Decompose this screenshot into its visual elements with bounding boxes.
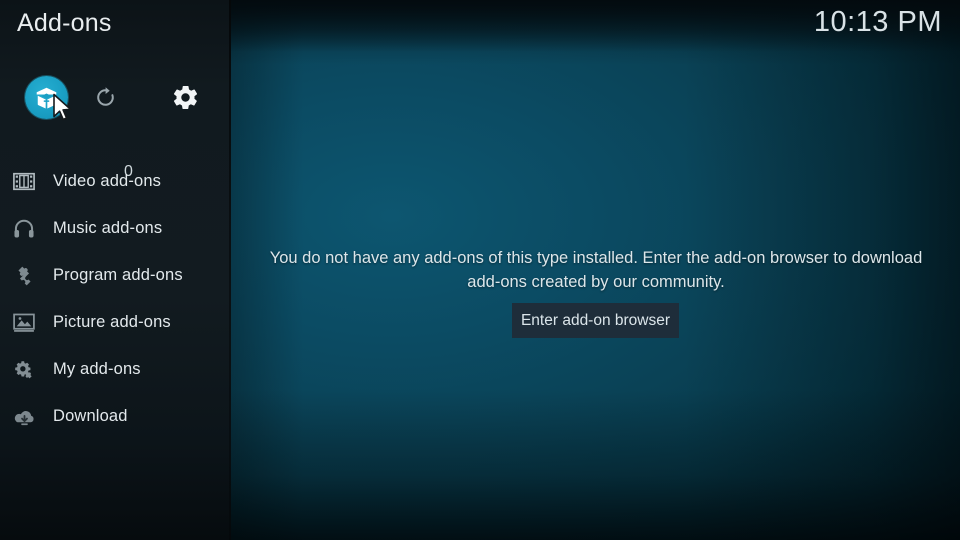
sidebar-toolbar: 0: [0, 76, 231, 180]
download-cloud-icon: [12, 405, 36, 429]
kodi-addons-screen: 0 Video add-ons Music add-ons Program ad…: [0, 0, 960, 540]
sidebar-item-label: Download: [53, 407, 128, 425]
sidebar-menu: Video add-ons Music add-ons Program add-…: [0, 158, 231, 440]
sidebar-item-label: Program add-ons: [53, 266, 183, 284]
sidebar-item-my-add-ons[interactable]: My add-ons: [0, 346, 231, 393]
sidebar-item-label: Picture add-ons: [53, 313, 171, 331]
sidebar-item-program-add-ons[interactable]: Program add-ons: [0, 252, 231, 299]
enter-addon-browser-button[interactable]: Enter add-on browser: [512, 303, 679, 338]
sidebar-item-video-add-ons[interactable]: Video add-ons: [0, 158, 231, 205]
puzzle-pieces-icon: [12, 264, 36, 288]
package-box-icon: [36, 87, 57, 109]
sidebar: 0 Video add-ons Music add-ons Program ad…: [0, 0, 231, 540]
refresh-icon: [96, 86, 114, 106]
sidebar-item-picture-add-ons[interactable]: Picture add-ons: [0, 299, 231, 346]
gear-icon: [173, 85, 197, 109]
picture-frame-icon: [12, 311, 36, 335]
empty-state-message: You do not have any add-ons of this type…: [269, 249, 923, 291]
film-strip-icon: [12, 170, 36, 194]
settings-button[interactable]: [170, 82, 200, 112]
headphones-icon: [12, 217, 36, 241]
sidebar-item-music-add-ons[interactable]: Music add-ons: [0, 205, 231, 252]
gear-puzzle-icon: [12, 358, 36, 382]
check-for-updates-button[interactable]: [92, 84, 118, 110]
sidebar-item-label: My add-ons: [53, 360, 141, 378]
sidebar-item-label: Music add-ons: [53, 219, 163, 237]
sidebar-item-label: Video add-ons: [53, 172, 162, 190]
sidebar-item-download[interactable]: Download: [0, 393, 231, 440]
addon-browser-button[interactable]: [25, 76, 68, 119]
main-content: You do not have any add-ons of this type…: [231, 0, 960, 540]
